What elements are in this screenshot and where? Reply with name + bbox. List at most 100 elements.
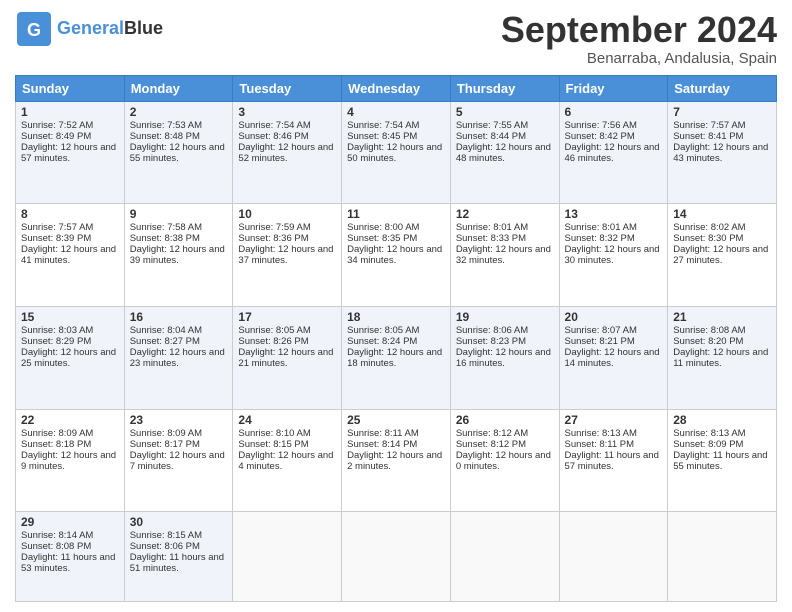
weekday-header-tuesday: Tuesday [233,75,342,101]
calendar-cell: 16 Sunrise: 8:04 AM Sunset: 8:27 PM Dayl… [124,307,233,410]
day-number: 29 [21,515,119,529]
title-area: September 2024 Benarraba, Andalusia, Spa… [501,10,777,67]
day-number: 9 [130,207,228,221]
weekday-header-friday: Friday [559,75,668,101]
calendar-cell: 3 Sunrise: 7:54 AM Sunset: 8:46 PM Dayli… [233,101,342,204]
sunrise-text: Sunrise: 8:05 AM [347,325,419,336]
logo-blue: Blue [124,18,163,38]
day-number: 16 [130,310,228,324]
calendar-cell [342,512,451,602]
daylight-text: Daylight: 12 hours and 25 minutes. [21,347,116,369]
day-number: 27 [565,413,663,427]
location-subtitle: Benarraba, Andalusia, Spain [501,50,777,67]
calendar-cell: 24 Sunrise: 8:10 AM Sunset: 8:15 PM Dayl… [233,409,342,512]
calendar-cell: 10 Sunrise: 7:59 AM Sunset: 8:36 PM Dayl… [233,204,342,307]
sunrise-text: Sunrise: 8:13 AM [565,428,637,439]
weekday-header-saturday: Saturday [668,75,777,101]
calendar-cell: 19 Sunrise: 8:06 AM Sunset: 8:23 PM Dayl… [450,307,559,410]
sunset-text: Sunset: 8:49 PM [21,131,91,142]
day-number: 26 [456,413,554,427]
sunrise-text: Sunrise: 8:01 AM [565,222,637,233]
logo: G GeneralBlue [15,10,163,48]
sunrise-text: Sunrise: 8:01 AM [456,222,528,233]
sunrise-text: Sunrise: 8:13 AM [673,428,745,439]
day-number: 20 [565,310,663,324]
daylight-text: Daylight: 12 hours and 39 minutes. [130,244,225,266]
sunrise-text: Sunrise: 8:07 AM [565,325,637,336]
daylight-text: Daylight: 12 hours and 2 minutes. [347,450,442,472]
daylight-text: Daylight: 12 hours and 21 minutes. [238,347,333,369]
daylight-text: Daylight: 11 hours and 57 minutes. [565,450,659,472]
calendar-cell: 18 Sunrise: 8:05 AM Sunset: 8:24 PM Dayl… [342,307,451,410]
page: G GeneralBlue September 2024 Benarraba, … [0,0,792,612]
day-number: 25 [347,413,445,427]
calendar-cell: 22 Sunrise: 8:09 AM Sunset: 8:18 PM Dayl… [16,409,125,512]
calendar-cell: 6 Sunrise: 7:56 AM Sunset: 8:42 PM Dayli… [559,101,668,204]
sunset-text: Sunset: 8:36 PM [238,233,308,244]
sunrise-text: Sunrise: 7:59 AM [238,222,310,233]
sunrise-text: Sunrise: 7:58 AM [130,222,202,233]
sunrise-text: Sunrise: 8:09 AM [21,428,93,439]
daylight-text: Daylight: 12 hours and 30 minutes. [565,244,660,266]
sunset-text: Sunset: 8:26 PM [238,336,308,347]
calendar-cell: 15 Sunrise: 8:03 AM Sunset: 8:29 PM Dayl… [16,307,125,410]
sunset-text: Sunset: 8:30 PM [673,233,743,244]
sunset-text: Sunset: 8:32 PM [565,233,635,244]
sunset-text: Sunset: 8:41 PM [673,131,743,142]
daylight-text: Daylight: 12 hours and 34 minutes. [347,244,442,266]
daylight-text: Daylight: 12 hours and 43 minutes. [673,142,768,164]
weekday-header-thursday: Thursday [450,75,559,101]
sunset-text: Sunset: 8:46 PM [238,131,308,142]
daylight-text: Daylight: 12 hours and 50 minutes. [347,142,442,164]
sunrise-text: Sunrise: 7:54 AM [347,120,419,131]
daylight-text: Daylight: 12 hours and 32 minutes. [456,244,551,266]
calendar-table: SundayMondayTuesdayWednesdayThursdayFrid… [15,75,777,602]
calendar-cell: 2 Sunrise: 7:53 AM Sunset: 8:48 PM Dayli… [124,101,233,204]
sunset-text: Sunset: 8:06 PM [130,541,200,552]
day-number: 22 [21,413,119,427]
sunrise-text: Sunrise: 8:02 AM [673,222,745,233]
sunrise-text: Sunrise: 8:14 AM [21,530,93,541]
sunrise-text: Sunrise: 7:55 AM [456,120,528,131]
daylight-text: Daylight: 12 hours and 46 minutes. [565,142,660,164]
daylight-text: Daylight: 12 hours and 7 minutes. [130,450,225,472]
calendar-cell [450,512,559,602]
sunrise-text: Sunrise: 8:00 AM [347,222,419,233]
calendar-cell: 4 Sunrise: 7:54 AM Sunset: 8:45 PM Dayli… [342,101,451,204]
daylight-text: Daylight: 12 hours and 16 minutes. [456,347,551,369]
calendar-cell: 8 Sunrise: 7:57 AM Sunset: 8:39 PM Dayli… [16,204,125,307]
sunset-text: Sunset: 8:44 PM [456,131,526,142]
day-number: 17 [238,310,336,324]
sunset-text: Sunset: 8:11 PM [565,439,635,450]
sunset-text: Sunset: 8:35 PM [347,233,417,244]
calendar-cell: 12 Sunrise: 8:01 AM Sunset: 8:33 PM Dayl… [450,204,559,307]
sunset-text: Sunset: 8:45 PM [347,131,417,142]
calendar-cell: 14 Sunrise: 8:02 AM Sunset: 8:30 PM Dayl… [668,204,777,307]
sunset-text: Sunset: 8:21 PM [565,336,635,347]
calendar-cell: 5 Sunrise: 7:55 AM Sunset: 8:44 PM Dayli… [450,101,559,204]
calendar-cell: 28 Sunrise: 8:13 AM Sunset: 8:09 PM Dayl… [668,409,777,512]
day-number: 24 [238,413,336,427]
calendar-cell: 27 Sunrise: 8:13 AM Sunset: 8:11 PM Dayl… [559,409,668,512]
weekday-header-wednesday: Wednesday [342,75,451,101]
day-number: 5 [456,105,554,119]
day-number: 11 [347,207,445,221]
day-number: 14 [673,207,771,221]
daylight-text: Daylight: 12 hours and 18 minutes. [347,347,442,369]
svg-text:G: G [27,20,41,40]
sunrise-text: Sunrise: 8:10 AM [238,428,310,439]
day-number: 2 [130,105,228,119]
daylight-text: Daylight: 12 hours and 27 minutes. [673,244,768,266]
sunrise-text: Sunrise: 7:53 AM [130,120,202,131]
logo-general: General [57,18,124,38]
sunrise-text: Sunrise: 7:56 AM [565,120,637,131]
calendar-cell: 21 Sunrise: 8:08 AM Sunset: 8:20 PM Dayl… [668,307,777,410]
weekday-header-sunday: Sunday [16,75,125,101]
sunrise-text: Sunrise: 8:05 AM [238,325,310,336]
day-number: 18 [347,310,445,324]
day-number: 7 [673,105,771,119]
calendar-cell: 1 Sunrise: 7:52 AM Sunset: 8:49 PM Dayli… [16,101,125,204]
calendar-cell: 23 Sunrise: 8:09 AM Sunset: 8:17 PM Dayl… [124,409,233,512]
daylight-text: Daylight: 12 hours and 37 minutes. [238,244,333,266]
sunset-text: Sunset: 8:20 PM [673,336,743,347]
